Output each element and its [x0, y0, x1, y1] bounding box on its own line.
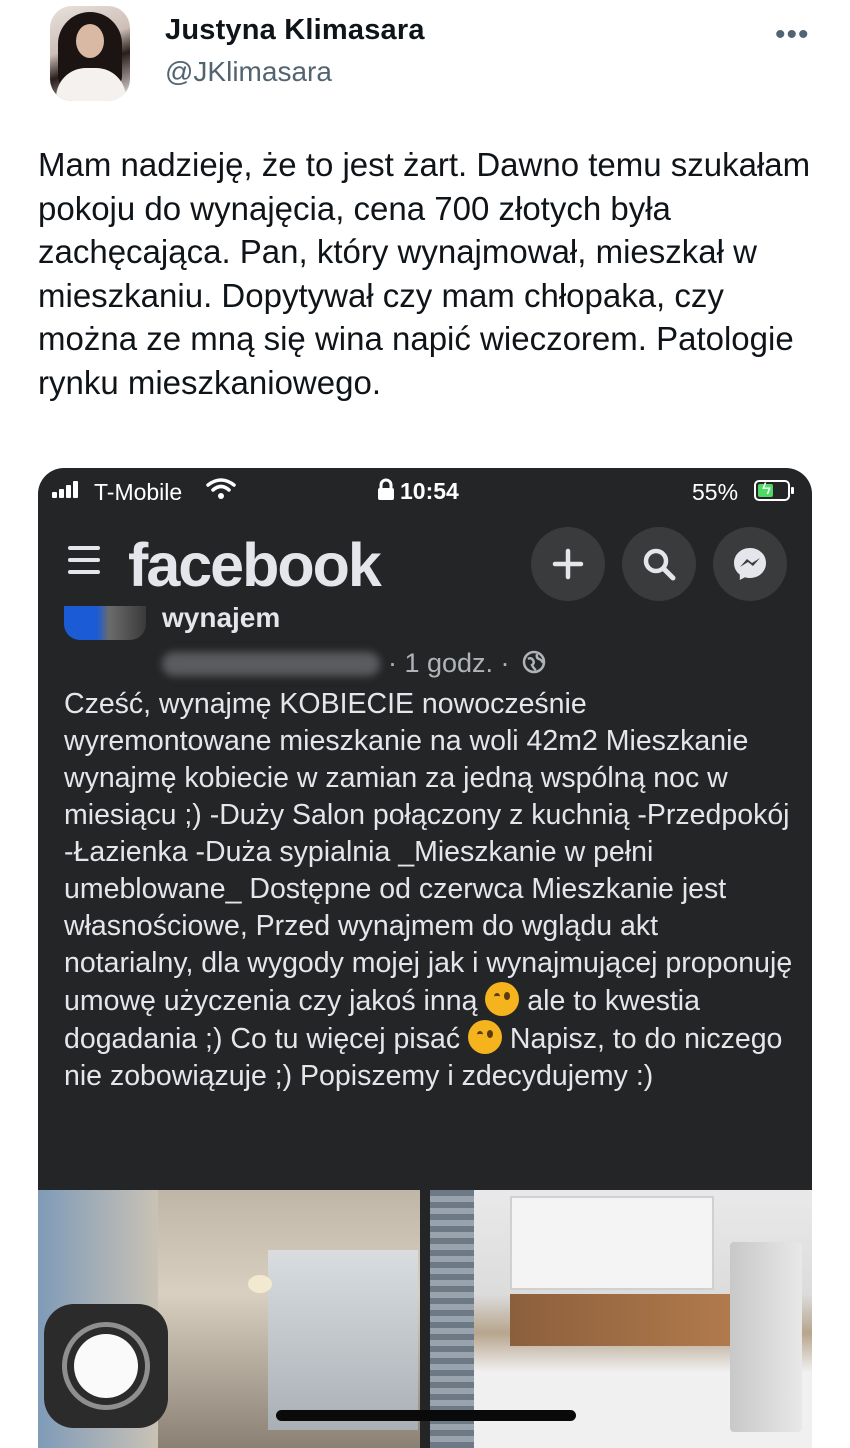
winking-face-emoji-icon — [467, 1020, 502, 1054]
search-icon — [643, 548, 676, 581]
tweet-header: Justyna Klimasara @JKlimasara ••• — [0, 0, 850, 130]
globe-icon — [522, 650, 546, 674]
facebook-top-bar: facebook — [38, 524, 812, 604]
lock-icon — [378, 478, 394, 500]
avatar-face — [76, 24, 104, 58]
assistive-touch-button[interactable] — [44, 1304, 168, 1428]
assistive-touch-icon — [74, 1334, 138, 1398]
plus-icon — [552, 548, 584, 580]
battery-percent: 55% — [692, 479, 739, 505]
messenger-icon — [734, 548, 766, 580]
hamburger-menu-icon[interactable] — [68, 546, 100, 582]
photo-cabinets — [510, 1196, 714, 1290]
photo-fridge — [730, 1242, 802, 1432]
carrier-label: T-Mobile — [94, 479, 183, 505]
battery-icon: ϟ — [754, 479, 794, 501]
search-button[interactable] — [622, 527, 696, 601]
photo-window — [268, 1250, 418, 1430]
avatar[interactable] — [50, 6, 130, 101]
group-thumbnail[interactable] — [64, 606, 146, 640]
group-name[interactable]: wynajem — [162, 602, 280, 634]
photo-lamp — [248, 1275, 272, 1293]
display-name[interactable]: Justyna Klimasara — [165, 14, 425, 47]
more-horizontal-icon[interactable]: ••• — [775, 18, 810, 52]
clock-time: 10:54 — [400, 478, 459, 504]
post-time[interactable]: · 1 godz. · — [388, 648, 510, 679]
battery-nub — [791, 487, 794, 494]
user-handle[interactable]: @JKlimasara — [165, 56, 332, 88]
create-plus-button[interactable] — [531, 527, 605, 601]
winking-face-emoji-icon — [485, 982, 520, 1016]
post-header: wynajem · 1 godz. · — [38, 602, 812, 678]
wifi-icon — [206, 478, 236, 499]
tweet-text: Mam nadzieję, że to jest żart. Dawno tem… — [38, 146, 811, 401]
home-indicator[interactable] — [276, 1410, 576, 1421]
messenger-button[interactable] — [713, 527, 787, 601]
post-text-part-1: Cześć, wynajmę KOBIECIE nowocześnie wyre… — [64, 688, 793, 1017]
charging-bolt-icon: ϟ — [762, 479, 771, 498]
photo-backsplash — [510, 1294, 730, 1346]
post-text: Cześć, wynajmę KOBIECIE nowocześnie wyre… — [64, 686, 794, 1095]
attached-screenshot[interactable]: T-Mobile 10:54 55% ϟ facebook wynajem · … — [38, 468, 812, 1448]
facebook-logo[interactable]: facebook — [128, 530, 382, 600]
phone-status-bar: T-Mobile 10:54 55% ϟ — [38, 468, 812, 512]
author-name-blurred[interactable] — [162, 652, 380, 676]
